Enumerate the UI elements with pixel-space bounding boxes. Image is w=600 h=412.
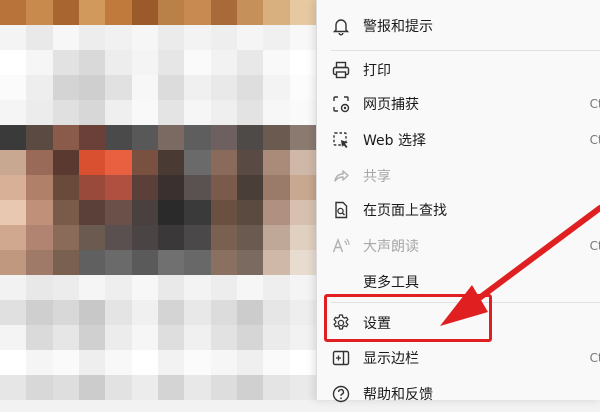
bell-icon [331,16,351,36]
menu-item-find-on-page[interactable]: 在页面上查找 [317,192,600,228]
pixelated-page-background [0,0,316,400]
menu-item-shortcut: Ctrl [589,239,600,253]
menu-item-label: 在页面上查找 [363,203,447,219]
menu-item-label: 大声朗读 [363,239,419,255]
menu-item-label: 更多工具 [363,275,419,291]
menu-item-web-capture[interactable]: 网页捕获 Ctrl [317,86,600,122]
annotation-highlight-box [324,294,492,342]
menu-divider [331,50,600,51]
menu-item-print[interactable]: 打印 [317,52,600,88]
menu-item-shortcut: Ctrl [589,133,600,147]
menu-item-shortcut: Ctrl [589,97,600,111]
menu-item-share[interactable]: 共享 [317,158,600,194]
menu-item-label: 共享 [363,169,391,185]
menu-item-label: 显示边栏 [363,351,419,367]
web-capture-icon [331,94,351,114]
menu-item-alerts[interactable]: 警报和提示 [317,8,600,44]
menu-item-read-aloud[interactable]: 大声朗读 Ctrl [317,228,600,264]
menu-item-label: 帮助和反馈 [363,387,433,403]
printer-icon [331,60,351,80]
menu-item-label: Web 选择 [363,133,426,149]
menu-item-show-sidebar[interactable]: 显示边栏 Ctrl [317,340,600,376]
sidebar-icon [331,348,351,368]
web-select-icon [331,130,351,150]
share-icon [331,166,351,186]
menu-item-label: 打印 [363,63,391,79]
menu-item-label: 警报和提示 [363,19,433,35]
help-icon [331,384,351,404]
read-aloud-icon [331,236,351,256]
menu-item-shortcut: Ctrl [589,351,600,365]
find-icon [331,200,351,220]
menu-item-web-select[interactable]: Web 选择 Ctrl [317,122,600,158]
menu-item-help-feedback[interactable]: 帮助和反馈 [317,376,600,412]
menu-item-label: 网页捕获 [363,97,419,113]
